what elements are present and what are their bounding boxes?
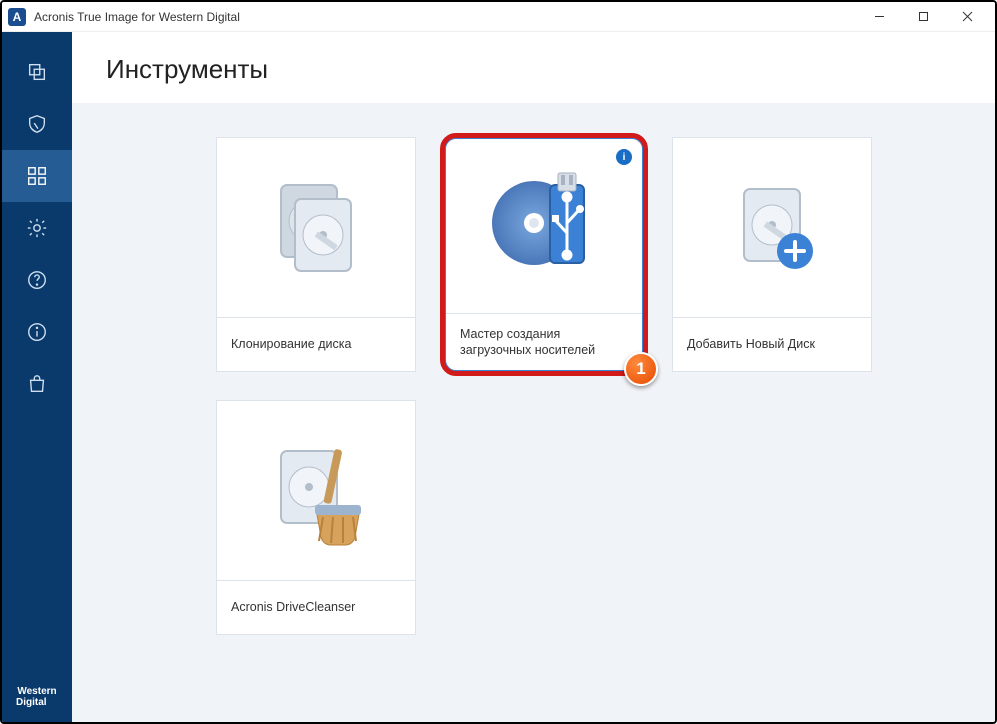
card-rescue-media[interactable]: i xyxy=(444,137,644,372)
sidebar-item-help[interactable] xyxy=(2,254,72,306)
drive-cleanser-icon xyxy=(217,401,415,580)
info-badge[interactable]: i xyxy=(616,149,632,165)
info-icon xyxy=(26,321,48,343)
callout-badge: 1 xyxy=(624,352,658,386)
app-window: A Acronis True Image for Western Digital xyxy=(0,0,997,724)
card-drive-cleanser[interactable]: Acronis DriveCleanser xyxy=(216,400,416,635)
copy-icon xyxy=(26,61,48,83)
add-disk-icon xyxy=(673,138,871,317)
page-title: Инструменты xyxy=(106,54,961,85)
clone-disk-icon xyxy=(217,138,415,317)
brand-line1: Western xyxy=(2,686,72,697)
sidebar-item-backup[interactable] xyxy=(2,46,72,98)
card-clone-disk[interactable]: Клонирование диска xyxy=(216,137,416,372)
maximize-button[interactable] xyxy=(901,2,945,32)
main-area: Инструменты xyxy=(72,32,995,722)
rescue-media-icon xyxy=(446,139,642,313)
cards-grid: Клонирование диска i xyxy=(216,137,951,635)
sidebar-item-settings[interactable] xyxy=(2,202,72,254)
page-header: Инструменты xyxy=(72,32,995,103)
sidebar-item-protection[interactable] xyxy=(2,98,72,150)
bag-icon xyxy=(26,373,48,395)
window-title: Acronis True Image for Western Digital xyxy=(34,10,240,24)
card-add-disk[interactable]: Добавить Новый Диск xyxy=(672,137,872,372)
card-label: Мастер создания загрузочных носителей xyxy=(446,313,642,371)
content: Клонирование диска i xyxy=(72,103,995,722)
minimize-button[interactable] xyxy=(857,2,901,32)
sidebar: Western Digital xyxy=(2,32,72,722)
brand-line2: Digital xyxy=(2,697,72,708)
shield-icon xyxy=(26,113,48,135)
close-button[interactable] xyxy=(945,2,989,32)
sidebar-item-store[interactable] xyxy=(2,358,72,410)
brand-logo: Western Digital xyxy=(2,686,72,708)
sidebar-item-about[interactable] xyxy=(2,306,72,358)
card-label: Добавить Новый Диск xyxy=(673,317,871,371)
sidebar-item-tools[interactable] xyxy=(2,150,72,202)
grid-icon xyxy=(26,165,48,187)
titlebar: A Acronis True Image for Western Digital xyxy=(2,2,995,32)
help-icon xyxy=(26,269,48,291)
card-label: Клонирование диска xyxy=(217,317,415,371)
card-label: Acronis DriveCleanser xyxy=(217,580,415,634)
gear-icon xyxy=(26,217,48,239)
app-icon: A xyxy=(8,8,26,26)
